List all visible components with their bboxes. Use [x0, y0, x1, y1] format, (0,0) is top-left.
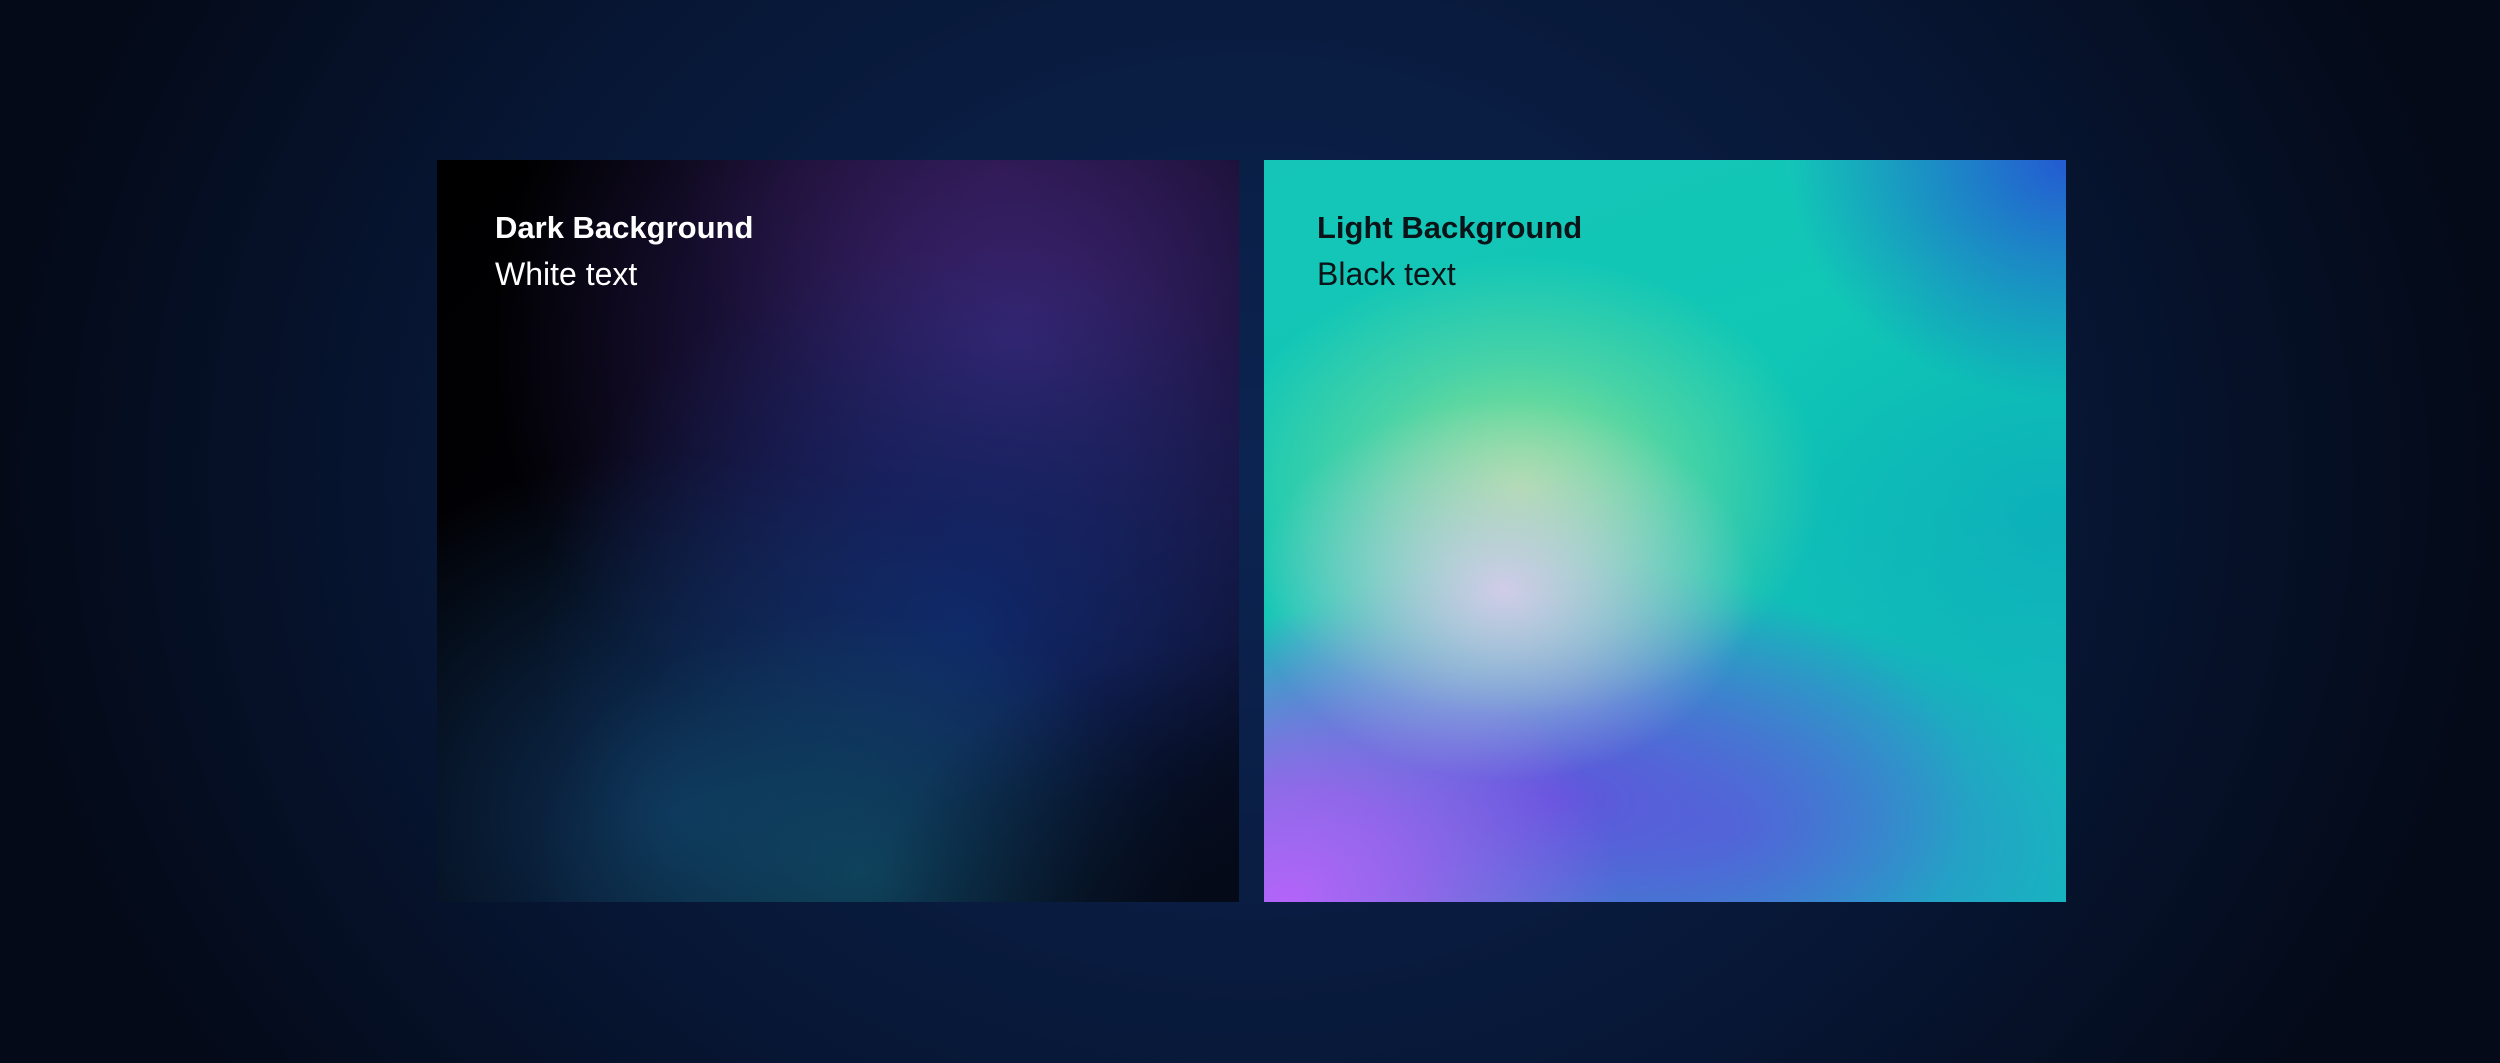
light-card-subtitle: Black text [1317, 256, 1456, 292]
dark-card-title: Dark Background [495, 210, 754, 245]
light-background-card: Light Background Black text [1264, 160, 2066, 902]
dark-background-card: Dark Background White text [437, 160, 1239, 902]
light-card-title: Light Background [1317, 210, 1583, 245]
dark-card-subtitle: White text [495, 256, 638, 292]
